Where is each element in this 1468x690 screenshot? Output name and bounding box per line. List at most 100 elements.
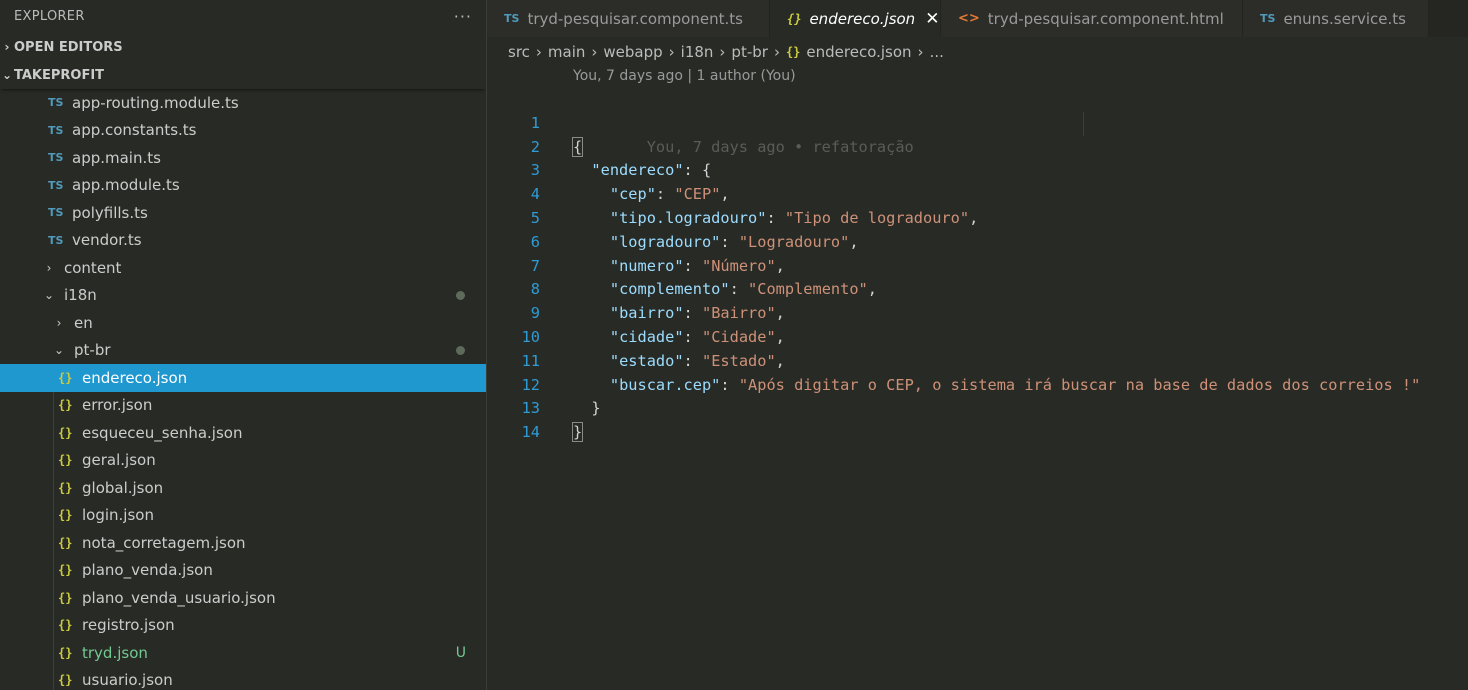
chevron-down-icon: ⌄	[53, 343, 65, 358]
code-line: 13 }	[487, 374, 1468, 443]
file-label: registro.json	[82, 616, 175, 635]
tabs-empty-area	[1429, 0, 1468, 37]
file-item[interactable]: {} plano_venda.json	[0, 556, 486, 584]
breadcrumb-item[interactable]: src	[508, 43, 530, 61]
file-item[interactable]: {} plano_venda_usuario.json	[0, 584, 486, 612]
modified-dot	[456, 346, 465, 356]
breadcrumb-item[interactable]: main	[548, 43, 585, 61]
chevron-right-icon: ›	[591, 43, 598, 61]
chevron-right-icon: ›	[917, 43, 924, 61]
breadcrumb-item[interactable]: webapp	[603, 43, 662, 61]
file-label: tryd.json	[82, 643, 148, 662]
indent-guide	[53, 556, 54, 584]
code-line: 4 "tipo.logradouro": "Tipo de logradouro…	[487, 159, 1468, 227]
file-tree: TS app-routing.module.ts TS app.constant…	[0, 89, 486, 690]
json-file-icon: {}	[58, 370, 73, 385]
file-item[interactable]: {} usuario.json	[0, 666, 486, 690]
file-label: app.main.ts	[72, 148, 161, 167]
file-item[interactable]: TS app.module.ts	[0, 172, 486, 200]
tab-tryd-pesquisar-ts[interactable]: TS tryd-pesquisar.component.ts	[487, 0, 770, 37]
chevron-right-icon: ›	[4, 40, 10, 54]
file-item[interactable]: {} global.json	[0, 474, 486, 502]
file-label: global.json	[82, 478, 164, 497]
code-text: }	[571, 421, 584, 445]
json-file-icon: {}	[58, 425, 73, 440]
code-line: 5 "logradouro": "Logradouro",	[487, 183, 1468, 251]
indent-guide	[53, 584, 54, 612]
file-item[interactable]: {} nota_corretagem.json	[0, 529, 486, 557]
tab-endereco-json[interactable]: {} endereco.json ✕	[770, 0, 941, 37]
file-label: app.module.ts	[72, 176, 180, 195]
breadcrumb-item[interactable]: ...	[930, 43, 944, 61]
file-label: usuario.json	[82, 671, 173, 690]
folder-label: i18n	[64, 286, 97, 305]
tab-label: enuns.service.ts	[1283, 9, 1406, 28]
breadcrumb-item[interactable]: i18n	[681, 43, 714, 61]
file-item[interactable]: TS app.main.ts	[0, 144, 486, 172]
line-number: 14	[521, 423, 540, 442]
untracked-badge: U	[455, 644, 466, 661]
breadcrumb-item[interactable]: endereco.json	[806, 43, 911, 61]
typescript-file-icon: TS	[48, 206, 64, 220]
folder-item-content[interactable]: › content	[0, 254, 486, 282]
open-editors-section[interactable]: › OPEN EDITORS	[0, 33, 486, 61]
file-label: plano_venda.json	[82, 561, 213, 580]
explorer-sidebar: EXPLORER ··· › OPEN EDITORS ⌄ TAKEPROFIT…	[0, 0, 487, 690]
breadcrumb-item[interactable]: pt-br	[731, 43, 768, 61]
file-label: nota_corretagem.json	[82, 533, 246, 552]
json-file-icon: {}	[785, 45, 801, 59]
file-item[interactable]: {} registro.json	[0, 611, 486, 639]
file-item[interactable]: {} geral.json	[0, 446, 486, 474]
code-editor[interactable]: 1 { You, 7 days ago • refatoração 2 "end…	[487, 88, 1468, 443]
folder-label: pt-br	[74, 341, 111, 360]
folder-item-en[interactable]: › en	[0, 309, 486, 337]
chevron-down-icon: ⌄	[1, 68, 13, 82]
file-item[interactable]: TS polyfills.ts	[0, 199, 486, 227]
json-file-icon: {}	[58, 563, 73, 578]
file-item[interactable]: {} error.json	[0, 391, 486, 419]
chevron-down-icon: ⌄	[43, 288, 55, 303]
blame-codelens[interactable]: You, 7 days ago | 1 author (You)	[573, 68, 796, 84]
chevron-right-icon: ›	[46, 260, 52, 275]
chevron-right-icon: ›	[535, 43, 542, 61]
file-item[interactable]: TS app-routing.module.ts	[0, 89, 486, 117]
more-actions-icon[interactable]: ···	[454, 7, 472, 26]
json-file-icon: {}	[58, 535, 73, 550]
folder-item-pt-br[interactable]: ⌄ pt-br	[0, 337, 486, 365]
code-line: 9 "cidade": "Cidade",	[487, 278, 1468, 346]
project-section[interactable]: ⌄ TAKEPROFIT	[0, 61, 486, 89]
indent-guide	[53, 666, 54, 690]
indent-guide	[53, 419, 54, 447]
html-file-icon: <>	[958, 11, 980, 26]
file-label: endereco.json	[82, 368, 188, 387]
tab-label: tryd-pesquisar.component.html	[987, 9, 1224, 28]
file-item[interactable]: {} login.json	[0, 501, 486, 529]
file-label: vendor.ts	[72, 231, 142, 250]
indent-guide	[53, 391, 54, 419]
code-line: 8 "bairro": "Bairro",	[487, 255, 1468, 322]
file-item-selected[interactable]: {} endereco.json	[0, 364, 486, 392]
indent-guide	[53, 639, 54, 667]
tab-label: endereco.json	[809, 9, 916, 28]
file-label: esqueceu_senha.json	[82, 423, 243, 442]
file-item[interactable]: {} tryd.json U	[0, 639, 486, 667]
open-editors-label: OPEN EDITORS	[14, 39, 123, 55]
indent-guide	[53, 446, 54, 474]
file-item[interactable]: TS vendor.ts	[0, 227, 486, 255]
file-item[interactable]: TS app.constants.ts	[0, 117, 486, 145]
json-file-icon: {}	[58, 618, 73, 633]
chevron-right-icon: ›	[719, 43, 726, 61]
json-file-icon: {}	[58, 590, 73, 605]
file-item[interactable]: {} esqueceu_senha.json	[0, 419, 486, 447]
folder-label: en	[74, 313, 93, 332]
tab-tryd-pesquisar-html[interactable]: <> tryd-pesquisar.component.html	[941, 0, 1243, 37]
json-file-icon: {}	[58, 398, 73, 413]
close-icon[interactable]: ✕	[925, 9, 939, 29]
folder-item-i18n[interactable]: ⌄ i18n	[0, 282, 486, 310]
file-label: plano_venda_usuario.json	[82, 588, 276, 607]
json-file-icon: {}	[58, 673, 73, 688]
typescript-file-icon: TS	[1260, 12, 1276, 25]
code-line: 10 "estado": "Estado",	[487, 302, 1468, 370]
typescript-file-icon: TS	[48, 123, 64, 137]
tab-enuns-service-ts[interactable]: TS enuns.service.ts	[1243, 0, 1429, 37]
